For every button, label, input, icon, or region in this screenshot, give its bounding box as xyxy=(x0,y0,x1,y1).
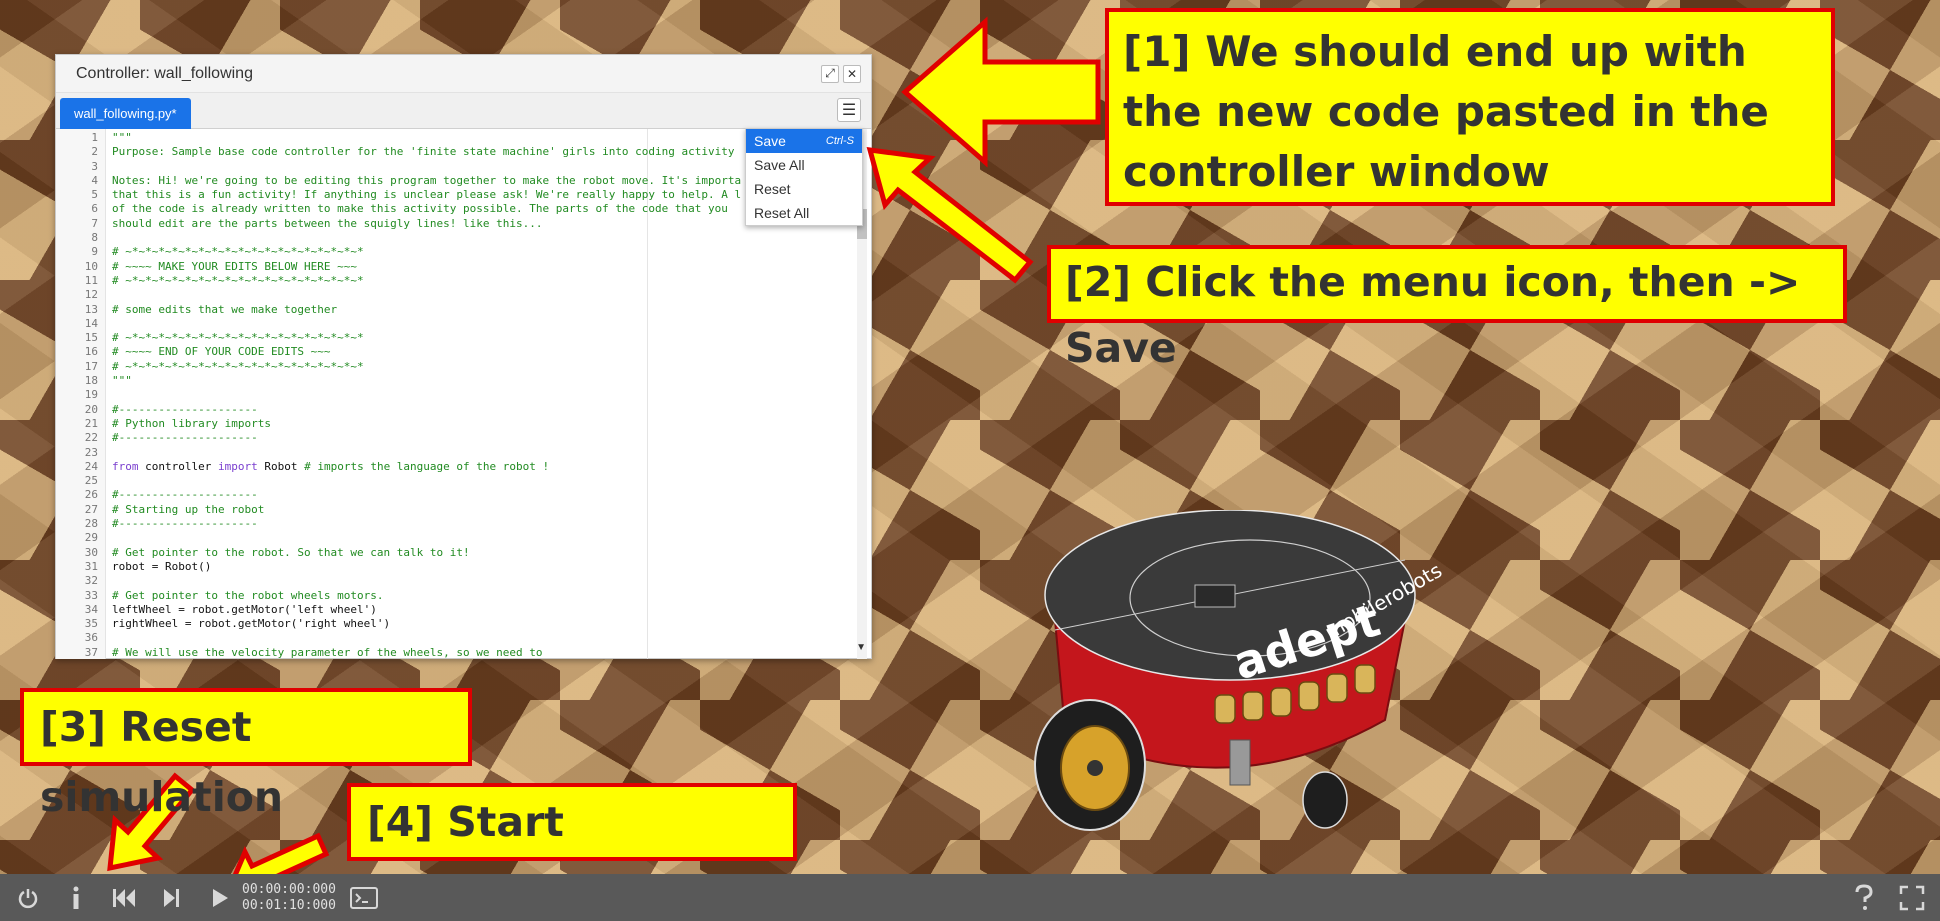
arrow-callout-2 xyxy=(866,147,1034,284)
reset-icon[interactable] xyxy=(104,878,144,918)
callout-step-3: [3] Reset simulation xyxy=(20,688,472,821)
simulation-time: 00:00:00:000 00:01:10:000 xyxy=(242,882,336,914)
step-icon[interactable] xyxy=(152,878,192,918)
callout-step-1: [1] We should end up with the new code p… xyxy=(1105,8,1835,206)
fullscreen-icon[interactable] xyxy=(1892,878,1932,918)
arrow-callout-1 xyxy=(901,16,1101,168)
info-icon[interactable] xyxy=(56,878,96,918)
power-icon[interactable] xyxy=(8,878,48,918)
time-current: 00:00:00:000 xyxy=(242,881,336,897)
callout-step-4: [4] Start simulation xyxy=(347,783,797,916)
time-total: 00:01:10:000 xyxy=(242,897,336,913)
callout-step-2: [2] Click the menu icon, then -> Save xyxy=(1047,245,1847,372)
play-icon[interactable] xyxy=(200,878,240,918)
help-icon[interactable] xyxy=(1844,878,1884,918)
console-icon[interactable] xyxy=(344,878,384,918)
simulation-toolbar: 00:00:00:000 00:01:10:000 xyxy=(0,874,1940,921)
